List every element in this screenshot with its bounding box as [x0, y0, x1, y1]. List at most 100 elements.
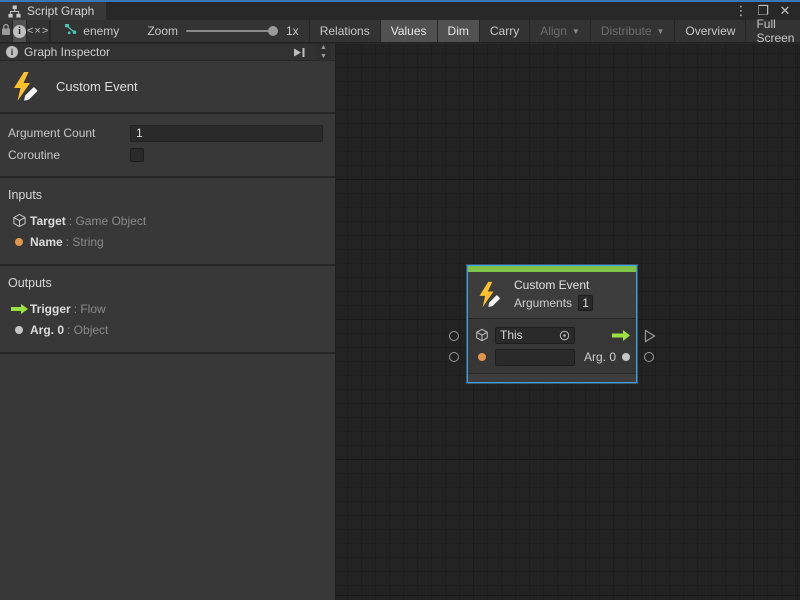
coroutine-row: Coroutine	[8, 144, 323, 166]
io-type: : String	[66, 235, 104, 249]
output-row-arg0: Arg. 0 : Object	[8, 319, 325, 340]
scroll-up-icon[interactable]: ▲	[316, 44, 331, 53]
full-screen-label: Full Screen	[756, 17, 794, 45]
carry-button[interactable]: Carry	[480, 20, 530, 42]
chevron-down-icon: ▼	[657, 27, 665, 36]
align-label: Align	[540, 24, 567, 38]
cube-icon	[8, 213, 30, 228]
arg0-port-icon[interactable]	[622, 350, 630, 364]
zoom-label: Zoom	[147, 24, 178, 38]
tab-bar: Script Graph ⋮ ❐ ✕	[0, 2, 800, 20]
external-output-port-trigger[interactable]	[644, 329, 656, 346]
relations-button[interactable]: Relations	[310, 20, 381, 42]
overview-button[interactable]: Overview	[675, 20, 746, 42]
values-button[interactable]: Values	[381, 20, 438, 42]
event-title: Custom Event	[56, 79, 138, 94]
io-type: : Object	[67, 323, 108, 337]
overview-label: Overview	[685, 24, 735, 38]
trigger-port-icon[interactable]	[612, 330, 630, 341]
dock-panel-icon[interactable]	[293, 47, 306, 58]
dim-label: Dim	[448, 24, 469, 38]
graph-inspector-panel: i Graph Inspector ▲ ▼	[0, 44, 336, 600]
window-menu-icon[interactable]: ⋮	[732, 3, 750, 19]
external-input-port-name[interactable]	[449, 352, 459, 362]
outputs-title: Outputs	[8, 276, 325, 290]
name-port-icon[interactable]	[474, 353, 489, 361]
node-target-row: This	[474, 324, 630, 346]
object-picker-icon[interactable]	[559, 330, 570, 341]
full-screen-button[interactable]: Full Screen	[746, 20, 800, 42]
tab-title: Script Graph	[27, 4, 94, 18]
values-label: Values	[391, 24, 427, 38]
script-graph-icon	[8, 5, 21, 18]
event-name-input[interactable]	[495, 349, 575, 366]
code-brackets-icon: <×>	[27, 25, 49, 37]
distribute-button[interactable]: Distribute ▼	[591, 20, 676, 42]
graph-canvas[interactable]: Custom Event Arguments 1 This	[336, 44, 800, 600]
node-body: This Arg. 0	[468, 319, 636, 373]
inputs-title: Inputs	[8, 188, 325, 202]
io-name: Trigger	[30, 302, 71, 316]
argument-count-label: Argument Count	[8, 126, 130, 140]
info-icon: i	[13, 25, 26, 38]
event-header: Custom Event	[0, 61, 335, 114]
graph-breadcrumb[interactable]: enemy	[51, 20, 133, 42]
outputs-section: Outputs Trigger : Flow Arg. 0 : Object	[0, 266, 335, 354]
graph-name-label: enemy	[83, 24, 119, 38]
io-name: Arg. 0	[30, 323, 64, 337]
node-footer	[468, 373, 636, 382]
input-row-target: Target : Game Object	[8, 210, 325, 231]
graph-toolbar: i <×> enemy Zoom 1x Relations Values Dim…	[0, 20, 800, 43]
graph-pointer-icon	[65, 24, 78, 39]
zoom-value: 1x	[286, 24, 299, 38]
node-arguments-input[interactable]: 1	[578, 295, 593, 311]
chevron-down-icon: ▼	[572, 27, 580, 36]
arg0-label: Arg. 0	[584, 350, 616, 364]
distribute-label: Distribute	[601, 24, 652, 38]
lock-button[interactable]	[0, 20, 13, 42]
node-title: Custom Event	[514, 278, 593, 292]
zoom-control: Zoom 1x	[133, 20, 309, 42]
align-button[interactable]: Align ▼	[530, 20, 591, 42]
code-view-button[interactable]: <×>	[27, 20, 50, 42]
graph-inspector-header: i Graph Inspector ▲ ▼	[0, 44, 335, 61]
io-type: : Flow	[74, 302, 106, 316]
inspector-toggle-button[interactable]: i	[13, 20, 27, 42]
io-name: Name	[30, 235, 63, 249]
io-name: Target	[30, 214, 66, 228]
tab-script-graph[interactable]: Script Graph	[0, 2, 106, 20]
cube-icon	[474, 328, 489, 342]
external-input-port-target[interactable]	[449, 331, 459, 341]
gray-dot-icon	[8, 326, 30, 334]
coroutine-checkbox[interactable]	[130, 148, 144, 162]
relations-label: Relations	[320, 24, 370, 38]
zoom-slider-handle[interactable]	[268, 26, 278, 36]
scroll-down-icon[interactable]: ▼	[316, 52, 331, 61]
node-arg-row: Arg. 0	[474, 346, 630, 368]
argument-count-row: Argument Count 1	[8, 122, 323, 144]
input-row-name: Name : String	[8, 231, 325, 252]
custom-event-node[interactable]: Custom Event Arguments 1 This	[467, 265, 637, 383]
output-row-trigger: Trigger : Flow	[8, 298, 325, 319]
dim-button[interactable]: Dim	[438, 20, 480, 42]
inputs-section: Inputs Target : Game Object Name : Strin…	[0, 178, 335, 266]
carry-label: Carry	[490, 24, 519, 38]
main-area: i Graph Inspector ▲ ▼	[0, 44, 800, 600]
argument-count-input[interactable]: 1	[130, 125, 323, 142]
target-dropdown[interactable]: This	[495, 327, 575, 344]
io-type: : Game Object	[69, 214, 146, 228]
event-settings: Argument Count 1 Coroutine	[0, 114, 335, 178]
orange-dot-icon	[8, 238, 30, 246]
custom-event-icon	[476, 281, 504, 309]
zoom-slider[interactable]	[186, 30, 278, 32]
green-arrow-icon	[8, 304, 30, 314]
node-arguments-label: Arguments	[514, 296, 572, 310]
unity-script-graph-window: Script Graph ⋮ ❐ ✕ i <×> enemy Zoom	[0, 0, 800, 600]
inspector-title: Graph Inspector	[24, 45, 110, 59]
node-header[interactable]: Custom Event Arguments 1	[468, 272, 636, 319]
inspector-scroll-stepper[interactable]: ▲ ▼	[316, 44, 331, 61]
lock-icon	[0, 23, 12, 39]
custom-event-icon	[10, 71, 42, 103]
external-output-port-arg0[interactable]	[644, 352, 654, 362]
info-icon: i	[6, 46, 18, 58]
